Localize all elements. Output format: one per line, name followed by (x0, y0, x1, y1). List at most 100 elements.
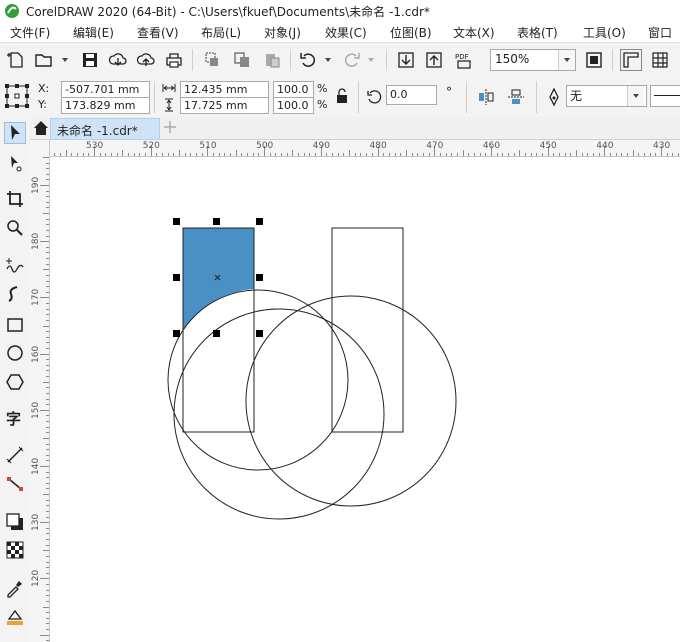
redo-icon[interactable] (342, 50, 362, 70)
import-icon[interactable] (396, 50, 416, 70)
menu-item-3[interactable]: 布局(L) (201, 24, 241, 41)
height-input[interactable]: 17.725 mm (180, 97, 269, 114)
line-style-select[interactable] (650, 85, 680, 107)
scale-x-input[interactable]: 100.0 (273, 81, 314, 98)
menu-item-4[interactable]: 对象(J) (264, 24, 301, 41)
ruler-tick (541, 153, 543, 156)
handle-middle-left[interactable] (173, 274, 180, 281)
ruler-label: 440 (596, 141, 614, 151)
ruler-tick (615, 153, 617, 156)
eyedropper-tool-icon[interactable] (5, 578, 25, 598)
handle-bottom-right[interactable] (256, 330, 263, 337)
ruler-tick (46, 179, 49, 181)
paste-icon[interactable] (262, 50, 282, 70)
ruler-tick (46, 342, 49, 344)
scale-y-input[interactable]: 100.0 (273, 97, 314, 114)
ruler-tick (575, 150, 577, 156)
handle-top-left[interactable] (173, 218, 180, 225)
y-label: Y: (38, 98, 47, 111)
zoom-level-select[interactable]: 150% (490, 49, 576, 71)
ruler-tick (383, 153, 385, 156)
copy-icon[interactable] (232, 50, 252, 70)
lock-ratio-icon[interactable] (335, 88, 349, 104)
new-icon[interactable] (6, 50, 26, 70)
menu-item-9[interactable]: 工具(O) (583, 24, 626, 41)
handle-top-right[interactable] (256, 218, 263, 225)
open-dropdown-icon[interactable] (62, 58, 68, 62)
add-tab-icon[interactable] (163, 120, 177, 134)
handle-bottom-left[interactable] (173, 330, 180, 337)
full-screen-icon[interactable] (584, 50, 604, 70)
document-tab[interactable]: 未命名 -1.cdr* (50, 118, 160, 140)
zoom-tool-icon[interactable] (5, 218, 25, 238)
circle-middle[interactable] (173, 308, 385, 520)
x-position-input[interactable]: -507.701 mm (61, 81, 150, 98)
menu-item-6[interactable]: 位图(B) (390, 24, 432, 41)
propbar-separator (154, 81, 155, 113)
drop-shadow-tool-icon[interactable] (5, 512, 25, 532)
handle-bottom-center[interactable] (213, 330, 220, 337)
ruler-tick (252, 153, 254, 156)
ellipse-tool-icon[interactable] (5, 343, 25, 363)
ruler-tick (473, 153, 475, 156)
handle-top-center[interactable] (213, 218, 220, 225)
object-origin-icon[interactable] (4, 83, 30, 109)
ruler-tick (46, 235, 49, 237)
rotation-input[interactable]: 0.0 (386, 85, 437, 105)
rulers-icon[interactable] (620, 49, 642, 71)
toolbar-separator (612, 49, 613, 71)
ruler-tick (218, 153, 220, 156)
print-icon[interactable] (164, 50, 184, 70)
save-icon[interactable] (80, 50, 100, 70)
menu-item-0[interactable]: 文件(F) (10, 24, 50, 41)
redo-dropdown-icon[interactable] (368, 58, 374, 62)
polygon-tool-icon[interactable] (5, 372, 25, 392)
mirror-vertical-icon[interactable] (506, 87, 526, 107)
transparency-tool-icon[interactable] (5, 540, 25, 560)
width-input[interactable]: 12.435 mm (180, 81, 269, 98)
circle-left[interactable] (167, 289, 349, 471)
interactive-fill-tool-icon[interactable] (5, 607, 25, 627)
chevron-down-icon[interactable] (558, 50, 575, 70)
circle-right[interactable] (245, 295, 457, 507)
connector-tool-icon[interactable] (5, 474, 25, 494)
chevron-down-icon[interactable] (627, 86, 644, 106)
crop-tool-icon[interactable] (5, 189, 25, 209)
drawing-svg (167, 218, 457, 520)
handle-middle-right[interactable] (256, 274, 263, 281)
horizontal-ruler[interactable]: 530 520 510 500 490 480 470 460 450 440 430 (50, 140, 680, 157)
text-tool-icon[interactable]: 字 (5, 408, 25, 428)
y-position-input[interactable]: 173.829 mm (61, 97, 150, 114)
menu-item-7[interactable]: 文本(X) (453, 24, 495, 41)
cloud-download-icon[interactable] (108, 50, 128, 70)
pick-tool-icon[interactable] (4, 122, 26, 144)
undo-icon[interactable] (298, 50, 318, 70)
ruler-tick (581, 153, 583, 156)
ruler-tick (46, 527, 49, 529)
pdf-icon[interactable]: PDF (454, 50, 474, 70)
menu-item-10[interactable]: 窗口 (648, 24, 672, 41)
home-icon[interactable] (32, 119, 50, 137)
export-icon[interactable] (424, 50, 444, 70)
drawing-canvas[interactable] (50, 157, 680, 642)
grid-icon[interactable] (650, 50, 670, 70)
ruler-tick (54, 153, 56, 156)
menu-item-5[interactable]: 效果(C) (325, 24, 367, 41)
vertical-ruler[interactable]: 190 180 170 160 150 140 130 120 (30, 140, 50, 642)
open-icon[interactable] (34, 50, 54, 70)
shape-tool-icon[interactable] (5, 154, 25, 174)
ruler-tick (46, 274, 49, 276)
cut-icon[interactable] (202, 50, 222, 70)
freehand-tool-icon[interactable] (5, 255, 25, 275)
mirror-horizontal-icon[interactable] (476, 87, 496, 107)
menu-item-8[interactable]: 表格(T) (517, 24, 558, 41)
cloud-upload-icon[interactable] (136, 50, 156, 70)
undo-dropdown-icon[interactable] (325, 58, 331, 62)
artistic-media-tool-icon[interactable] (5, 284, 25, 304)
parallel-dimension-tool-icon[interactable] (5, 445, 25, 465)
ruler-tick (275, 153, 277, 156)
menu-item-1[interactable]: 编辑(E) (73, 24, 114, 41)
menu-item-2[interactable]: 查看(V) (137, 24, 179, 41)
ruler-label: 530 (86, 141, 104, 151)
rectangle-tool-icon[interactable] (5, 315, 25, 335)
